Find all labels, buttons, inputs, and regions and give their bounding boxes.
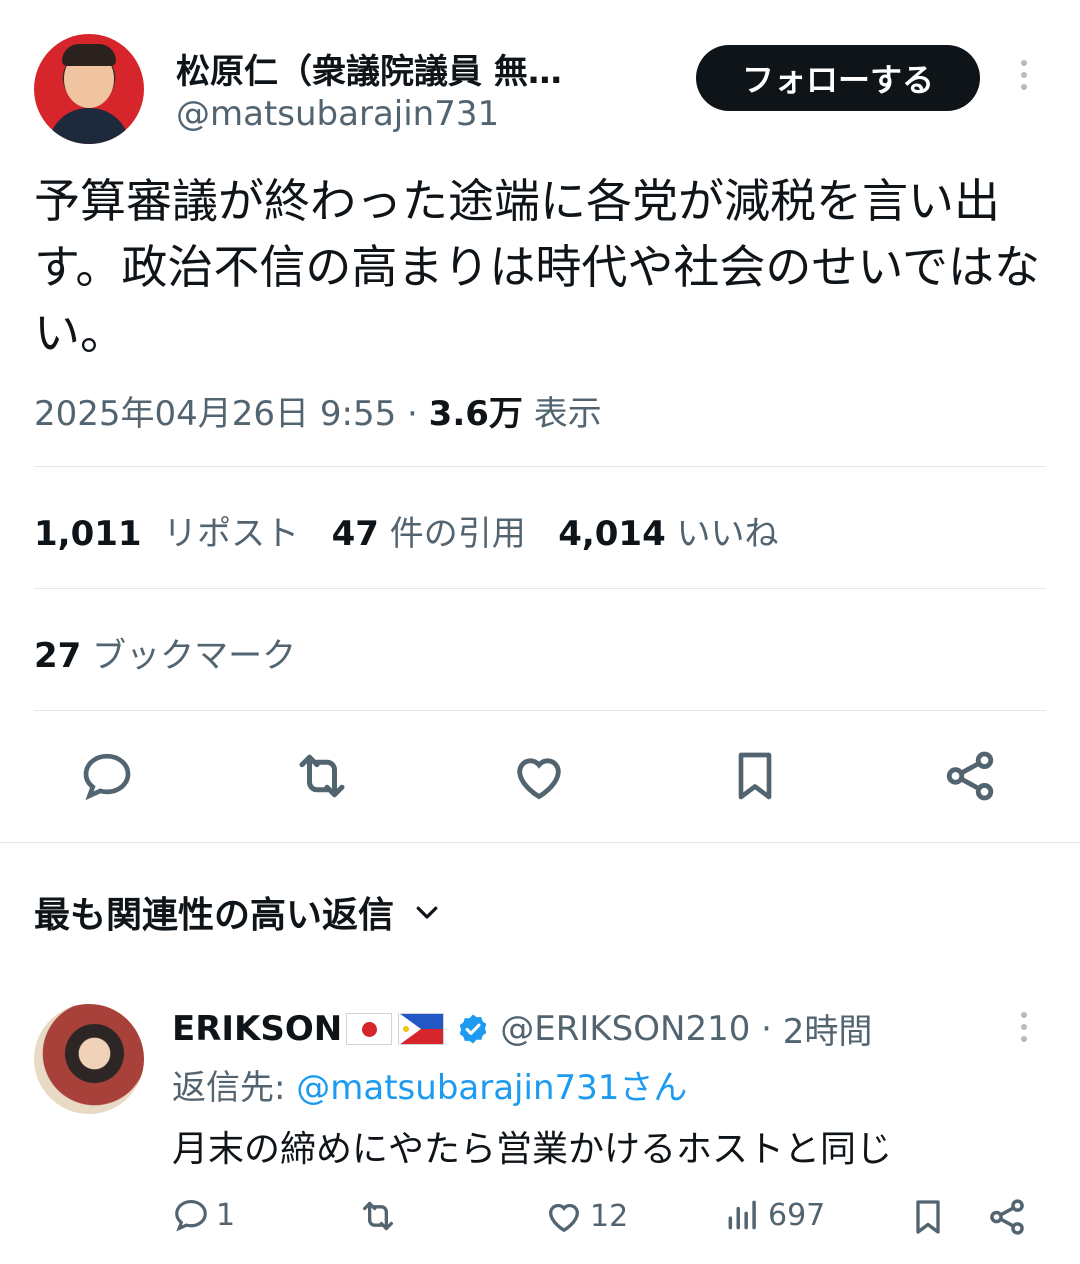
reply-views-button[interactable]: 697 bbox=[724, 1196, 825, 1234]
reply-bookmark-button[interactable] bbox=[908, 1196, 948, 1238]
reply-to-handle[interactable]: @matsubarajin731さん bbox=[296, 1068, 687, 1108]
reply-like-count: 12 bbox=[590, 1198, 629, 1234]
like-icon bbox=[548, 1203, 580, 1233]
reply-to-line: 返信先: @matsubarajin731さん bbox=[172, 1060, 687, 1109]
retweet-icon[interactable] bbox=[292, 746, 352, 806]
divider bbox=[34, 588, 1046, 589]
views-icon bbox=[728, 1200, 756, 1230]
reply-header: ERIKSON @ERIKSON210 · 2時間 bbox=[172, 1004, 872, 1053]
more-options-icon[interactable] bbox=[1014, 60, 1034, 90]
reposts-label: リポスト bbox=[163, 514, 300, 554]
reply-icon bbox=[175, 1199, 207, 1232]
divider bbox=[34, 466, 1046, 467]
japan-flag-icon bbox=[346, 1012, 393, 1045]
views-count: 3.6万 bbox=[428, 394, 523, 434]
bookmarks-label: ブックマーク bbox=[92, 636, 297, 676]
replies-sort-selector[interactable]: 最も関連性の高い返信 bbox=[34, 886, 442, 938]
tweet-text: 予算審議が終わった途端に各党が減税を言い出す。政治不信の高まりは時代や社会のせい… bbox=[34, 174, 1041, 360]
reply-reply-button[interactable]: 1 bbox=[172, 1196, 235, 1234]
follow-button[interactable]: フォローする bbox=[696, 45, 980, 111]
author-name[interactable]: 松原仁（衆議院議員 無… bbox=[176, 44, 562, 93]
like-icon[interactable] bbox=[509, 746, 569, 806]
bookmark-icon[interactable] bbox=[725, 746, 785, 806]
reply-author-name[interactable]: ERIKSON bbox=[172, 1009, 342, 1049]
reply-to-prefix: 返信先: bbox=[172, 1068, 297, 1108]
likes-stat[interactable]: 4,014 いいね bbox=[558, 514, 778, 554]
author-handle[interactable]: @matsubarajin731 bbox=[176, 94, 499, 134]
chevron-down-icon bbox=[416, 906, 438, 919]
reposts-count: 1,011 bbox=[34, 514, 142, 554]
bookmark-icon bbox=[916, 1200, 940, 1234]
author-avatar[interactable] bbox=[34, 34, 144, 144]
reply-like-button[interactable]: 12 bbox=[544, 1196, 628, 1236]
philippines-flag-icon bbox=[398, 1012, 445, 1045]
reply-view-count: 697 bbox=[768, 1197, 826, 1233]
likes-label: いいね bbox=[676, 514, 779, 554]
reply-reply-count: 1 bbox=[216, 1197, 236, 1233]
views-label: 表示 bbox=[533, 394, 602, 434]
bookmarks-count: 27 bbox=[34, 636, 82, 676]
reply-icon[interactable] bbox=[77, 746, 137, 806]
retweet-icon bbox=[363, 1201, 393, 1231]
likes-count: 4,014 bbox=[558, 514, 666, 554]
verified-badge-icon bbox=[459, 1014, 487, 1043]
quotes-count: 47 bbox=[331, 514, 379, 554]
reply-author-handle[interactable]: @ERIKSON210 bbox=[500, 1009, 750, 1049]
divider bbox=[34, 710, 1046, 711]
reply-text: 月末の締めにやたら営業かけるホストと同じ bbox=[172, 1129, 893, 1170]
quotes-stat[interactable]: 47 件の引用 bbox=[332, 514, 526, 554]
share-icon[interactable] bbox=[940, 746, 1000, 806]
section-divider bbox=[0, 842, 1080, 843]
reposts-stat[interactable]: 1,011 リポスト bbox=[34, 514, 299, 554]
tweet-meta: 2025年04月26日 9:55 · 3.6万 表示 bbox=[34, 394, 602, 434]
bookmarks-stat[interactable]: 27 ブックマーク bbox=[34, 628, 296, 677]
reply-more-options-icon[interactable] bbox=[1014, 1012, 1034, 1042]
quotes-label: 件の引用 bbox=[389, 514, 526, 554]
share-icon bbox=[990, 1199, 1024, 1235]
reply-time[interactable]: 2時間 bbox=[783, 1004, 873, 1053]
reply-author-avatar[interactable] bbox=[34, 1004, 144, 1114]
engagement-stats: 1,011 リポスト 47 件の引用 4,014 いいね bbox=[34, 506, 779, 555]
reply-retweet-button[interactable] bbox=[356, 1196, 400, 1236]
reply-share-button[interactable] bbox=[986, 1196, 1028, 1238]
replies-heading: 最も関連性の高い返信 bbox=[34, 895, 395, 936]
tweet-date[interactable]: 2025年04月26日 9:55 bbox=[34, 394, 396, 434]
